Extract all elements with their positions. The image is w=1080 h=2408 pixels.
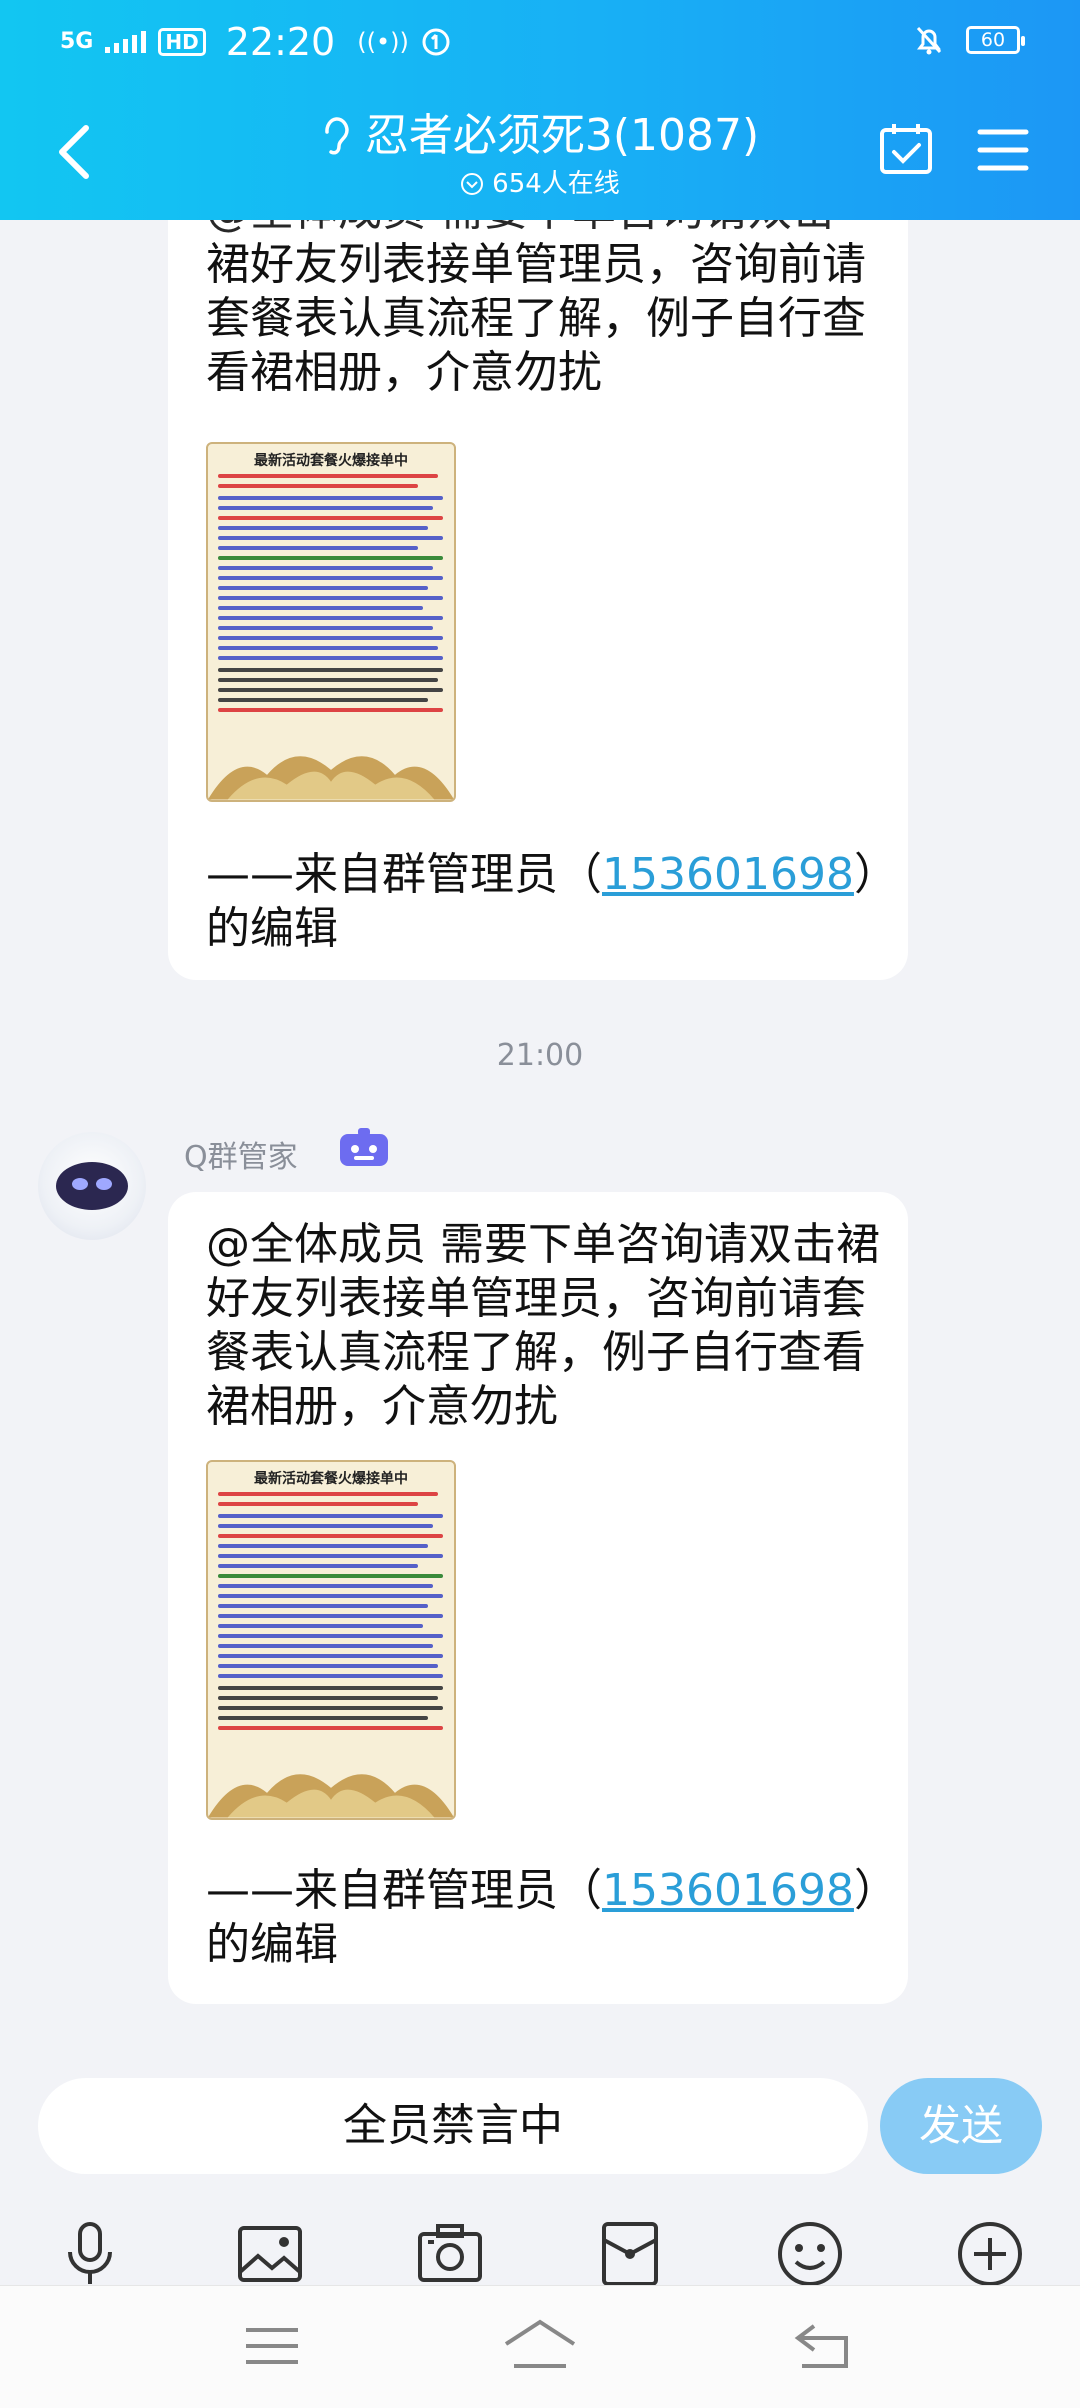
red-packet-icon[interactable] xyxy=(594,2218,666,2290)
battery-icon: 60 xyxy=(966,26,1025,54)
message-bubble[interactable]: @全体成员 需要下单咨询请双击裙好友列表接单管理员，咨询前请套餐表认真流程了解，… xyxy=(168,1192,908,2004)
group-title-text: 忍者必须死3(1087) xyxy=(364,110,760,161)
status-bar: 5G HD 22:20 ((•)) 60 xyxy=(0,0,1080,84)
ornament-icon xyxy=(208,756,454,800)
chevron-down-circle-icon xyxy=(461,173,484,195)
plus-icon[interactable] xyxy=(954,2218,1026,2290)
ear-icon xyxy=(325,117,349,155)
poster-title: 最新活动套餐火爆接单中 xyxy=(254,453,408,469)
data-saver-icon xyxy=(422,28,450,56)
message-bubble[interactable]: @全体成员 需要下单咨询请双击 裙好友列表接单管理员，咨询前请套餐表认真流程了解… xyxy=(168,220,908,980)
back-button[interactable] xyxy=(52,122,96,182)
image-icon[interactable] xyxy=(234,2218,306,2290)
bell-off-icon xyxy=(916,26,942,55)
message-text: 裙好友列表接单管理员，咨询前请套餐表认真流程了解，例子自行查看裙相册，介意勿扰 xyxy=(206,239,866,398)
system-nav-bar xyxy=(0,2285,1080,2408)
time-separator: 21:00 xyxy=(496,1038,584,1073)
emoji-icon[interactable] xyxy=(774,2218,846,2290)
message-input[interactable]: 全员禁言中 xyxy=(38,2078,868,2174)
network-type: 5G xyxy=(60,29,94,54)
header: 5G HD 22:20 ((•)) 60 忍者必须死3(1087) 654人在线 xyxy=(0,0,1080,220)
message-text: @全体成员 需要下单咨询请双击裙好友列表接单管理员，咨询前请套餐表认真流程了解，… xyxy=(206,1219,880,1432)
hotspot-icon: ((•)) xyxy=(357,28,409,56)
recent-apps-icon[interactable] xyxy=(232,2316,312,2376)
message-text-cut: @全体成员 需要下单咨询请双击 xyxy=(206,220,886,238)
admin-qq-link[interactable]: 153601698 xyxy=(602,849,854,900)
message-signature: ——来自群管理员（153601698）的编辑 xyxy=(206,1865,876,1970)
menu-icon[interactable] xyxy=(976,126,1030,174)
message-signature: ——来自群管理员（153601698）的编辑 xyxy=(206,849,876,954)
online-count-text: 654人在线 xyxy=(492,169,620,199)
promo-image[interactable]: 最新活动套餐火爆接单中 xyxy=(206,442,456,802)
chat-title-area[interactable]: 忍者必须死3(1087) 654人在线 xyxy=(240,108,840,202)
poster-title: 最新活动套餐火爆接单中 xyxy=(254,1471,408,1487)
admin-qq-link[interactable]: 153601698 xyxy=(602,1865,854,1916)
camera-icon[interactable] xyxy=(414,2218,486,2290)
avatar[interactable] xyxy=(38,1132,146,1240)
status-time: 22:20 xyxy=(225,20,336,64)
chat-area[interactable]: @全体成员 需要下单咨询请双击 裙好友列表接单管理员，咨询前请套餐表认真流程了解… xyxy=(0,220,1080,2050)
signal-icon xyxy=(105,31,147,53)
hd-badge: HD xyxy=(158,28,206,56)
robot-avatar-icon xyxy=(56,1162,128,1210)
calendar-check-icon[interactable] xyxy=(878,120,934,176)
promo-image[interactable]: 最新活动套餐火爆接单中 xyxy=(206,1460,456,1820)
input-bar: 全员禁言中 发送 xyxy=(0,2050,1080,2286)
group-title: 忍者必须死3(1087) xyxy=(321,108,759,164)
mic-icon[interactable] xyxy=(54,2218,126,2290)
bot-badge-icon xyxy=(340,1128,388,1166)
send-button[interactable]: 发送 xyxy=(880,2078,1042,2174)
back-nav-icon[interactable] xyxy=(784,2316,864,2376)
home-icon[interactable] xyxy=(500,2316,580,2376)
sender-name: Q群管家 xyxy=(184,1140,298,1175)
online-count: 654人在线 xyxy=(460,166,620,202)
ornament-icon xyxy=(208,1774,454,1818)
